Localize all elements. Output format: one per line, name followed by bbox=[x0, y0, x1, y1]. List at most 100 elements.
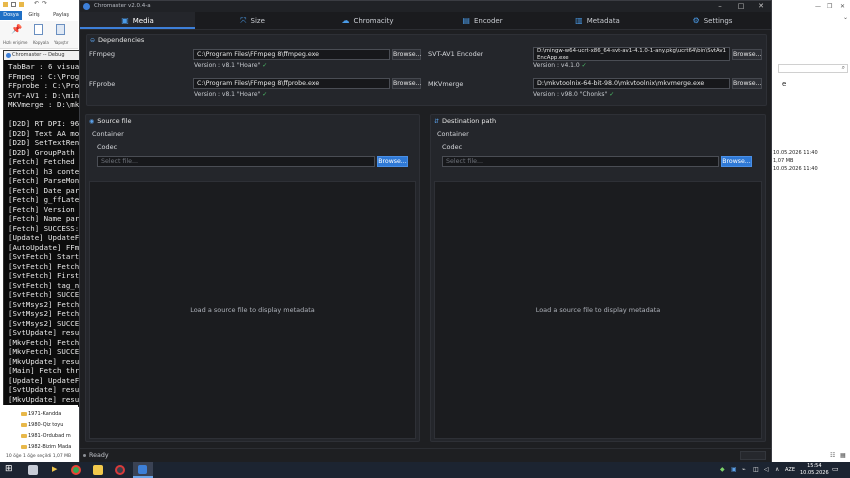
ffprobe-browse-button[interactable]: Browse... bbox=[392, 78, 421, 89]
tab-chromacity[interactable]: ☁ Chromacity bbox=[310, 12, 425, 29]
tiles-view-icon[interactable]: ▦ bbox=[840, 452, 846, 459]
destination-file-input[interactable]: Select file... bbox=[442, 156, 719, 167]
debug-log-line: [MkvFetch] SUCCESS: M bbox=[8, 347, 79, 356]
minimize-button[interactable]: – bbox=[710, 1, 730, 12]
tray-icon[interactable]: ▣ bbox=[731, 466, 737, 473]
version-text: Version : v8.1 "Hoare" bbox=[194, 62, 261, 69]
task-view-icon[interactable] bbox=[28, 465, 38, 475]
notifications-icon[interactable]: ▭ bbox=[832, 465, 839, 473]
clock-time: 15:54 bbox=[807, 463, 822, 469]
redo-icon[interactable]: ↷ bbox=[42, 0, 47, 7]
properties-icon[interactable] bbox=[11, 2, 16, 7]
destination-browse-button[interactable]: Browse... bbox=[721, 156, 752, 167]
ffmpeg-label: FFmpeg bbox=[89, 50, 116, 58]
copy-icon[interactable] bbox=[34, 24, 43, 35]
file-item[interactable]: 1971-Kandda bbox=[21, 411, 61, 417]
debug-log-line: [Fetch] g_ffLatestDate bbox=[8, 195, 79, 204]
status-progress bbox=[740, 451, 766, 460]
chromaster-taskbar-button[interactable] bbox=[133, 462, 153, 478]
main-tab-bar: ▣ Media ⤧ Size ☁ Chromacity ▤ Encoder ▥ Metadata ⚙… bbox=[80, 12, 771, 30]
ribbon-tab-share[interactable]: Paylaş bbox=[50, 11, 72, 20]
volume-icon[interactable]: ◁ bbox=[764, 466, 769, 473]
ffprobe-path-field[interactable]: C:\Program Files\FFmpeg 8\ffprobe.exe bbox=[193, 78, 390, 89]
close-icon[interactable]: ✕ bbox=[840, 3, 845, 10]
debug-console-title: Chromaster -- Debug bbox=[4, 51, 79, 60]
chevron-down-icon[interactable]: ⌄ bbox=[843, 14, 848, 21]
debug-log-line: [D2D] RT DPI: 96 x 96 ( bbox=[8, 119, 79, 128]
mkvmerge-label: MKVmerge bbox=[428, 80, 464, 88]
windows-start-icon[interactable]: ⊞ bbox=[5, 464, 13, 474]
minimize-icon[interactable]: — bbox=[815, 3, 821, 10]
source-browse-button[interactable]: Browse... bbox=[377, 156, 408, 167]
ffmpeg-path-field[interactable]: C:\Program Files\FFmpeg 8\ffmpeg.exe bbox=[193, 49, 390, 60]
collapse-icon[interactable]: ⊖ bbox=[90, 37, 95, 44]
tray-icon[interactable]: ◆ bbox=[720, 466, 725, 473]
chrome-icon[interactable] bbox=[71, 465, 81, 475]
file-item[interactable]: 1980-Qiz toyu bbox=[21, 422, 63, 428]
network-icon[interactable]: ◫ bbox=[753, 466, 759, 473]
maximize-icon[interactable]: ❐ bbox=[827, 3, 832, 10]
file-explorer-icon[interactable] bbox=[93, 465, 103, 475]
clock[interactable]: 15:54 10.05.2026 bbox=[800, 463, 829, 477]
language-indicator[interactable]: AZE bbox=[785, 467, 795, 473]
debug-console-window: Chromaster -- Debug TabBar : 6 visual ta… bbox=[3, 50, 80, 407]
paste-label: Yapıştır bbox=[54, 40, 69, 45]
svt-av1-path-field[interactable]: D:\mingw-w64-ucrt-x86_64-svt-av1-4.1.0-1… bbox=[533, 47, 730, 61]
ffmpeg-browse-button[interactable]: Browse... bbox=[392, 49, 421, 60]
check-icon: ✓ bbox=[262, 62, 268, 69]
source-file-input[interactable]: Select file... bbox=[97, 156, 375, 167]
chromaster-icon bbox=[138, 465, 147, 474]
debug-log-line: [Update] UpdateFFVers bbox=[8, 375, 79, 385]
tray-icon[interactable]: ⌁ bbox=[742, 466, 746, 473]
dependencies-title: Dependencies bbox=[98, 36, 145, 44]
ribbon-tab-home[interactable]: Giriş bbox=[26, 11, 42, 20]
source-file-panel: ◉ Source file Container Codec Select file… bbox=[85, 114, 420, 442]
tab-settings[interactable]: ⚙ Settings bbox=[655, 12, 770, 29]
undo-icon[interactable]: ↶ bbox=[34, 0, 39, 7]
ffmpeg-version: Version : v8.1 "Hoare" ✓ bbox=[194, 62, 267, 69]
explorer-window-right: — ❐ ✕ ⌄ e ⌕ 10.05.2026 11:40 1,07 MB 10.… bbox=[770, 0, 850, 462]
tab-media[interactable]: ▣ Media bbox=[80, 12, 195, 29]
explorer-window: ↶ ↷ Dosya Giriş Paylaş 📌 Hızlı erişime K… bbox=[0, 0, 80, 478]
search-icon: ⌕ bbox=[841, 64, 845, 71]
debug-log: TabBar : 6 visual tabsFFmpeg : C:\Progra… bbox=[8, 62, 79, 404]
file-item[interactable]: 1981-Ordubad m bbox=[21, 433, 71, 439]
debug-log-line: [Fetch] Version parsed: bbox=[8, 204, 79, 214]
app-titlebar: Chromaster v2.0.4-a – □ ✕ bbox=[80, 1, 771, 12]
tab-encoder[interactable]: ▤ Encoder bbox=[425, 12, 540, 29]
details-view-icon[interactable]: ☷ bbox=[830, 452, 835, 459]
status-indicator-icon bbox=[83, 454, 86, 457]
debug-log-line: [Fetch] SUCCESS: FFmp bbox=[8, 223, 79, 233]
tab-metadata[interactable]: ▥ Metadata bbox=[540, 12, 655, 29]
destination-codec-label: Codec bbox=[442, 143, 463, 151]
ribbon-tab-file[interactable]: Dosya bbox=[0, 11, 22, 20]
pin-icon[interactable]: 📌 bbox=[11, 25, 22, 35]
check-icon: ✓ bbox=[262, 91, 268, 98]
tab-label: Settings bbox=[703, 17, 733, 25]
close-button[interactable]: ✕ bbox=[751, 1, 771, 12]
media-player-icon[interactable]: ▶ bbox=[52, 465, 57, 473]
dependencies-header: ⊖ Dependencies bbox=[90, 36, 144, 44]
file-item[interactable]: 1982-Bizim Mada bbox=[21, 444, 72, 450]
maximize-button[interactable]: □ bbox=[731, 1, 751, 12]
check-icon: ✓ bbox=[609, 91, 615, 98]
tab-size[interactable]: ⤧ Size bbox=[195, 12, 310, 29]
paste-icon[interactable] bbox=[56, 24, 65, 35]
svt-av1-browse-button[interactable]: Browse... bbox=[732, 49, 762, 60]
destination-metadata-message: Load a source file to display metadata bbox=[535, 306, 661, 314]
debug-log-line: [MkvUpdate] result: 98. bbox=[8, 394, 79, 404]
debug-log-line: FFprobe : C:\Program bbox=[8, 81, 79, 90]
debug-log-line: [MkvUpdate] result: 98. bbox=[8, 356, 79, 366]
check-icon: ✓ bbox=[581, 62, 587, 69]
new-folder-icon[interactable] bbox=[19, 2, 24, 7]
file-name: 1982-Bizim Mada bbox=[28, 444, 72, 450]
debug-log-line: [SvtFetch] First 100 cha bbox=[8, 271, 79, 280]
folder-icon bbox=[3, 2, 8, 7]
mkvmerge-browse-button[interactable]: Browse... bbox=[732, 78, 762, 89]
metadata-icon: ▥ bbox=[575, 16, 583, 25]
mkvmerge-path-field[interactable]: D:\mkvtoolnix-64-bit-98.0\mkvtoolnix\mkv… bbox=[533, 78, 730, 89]
search-box[interactable]: ⌕ bbox=[778, 64, 848, 73]
chevron-up-icon[interactable]: ∧ bbox=[775, 466, 779, 473]
tab-label: Encoder bbox=[473, 17, 503, 25]
app-icon[interactable] bbox=[115, 465, 125, 475]
